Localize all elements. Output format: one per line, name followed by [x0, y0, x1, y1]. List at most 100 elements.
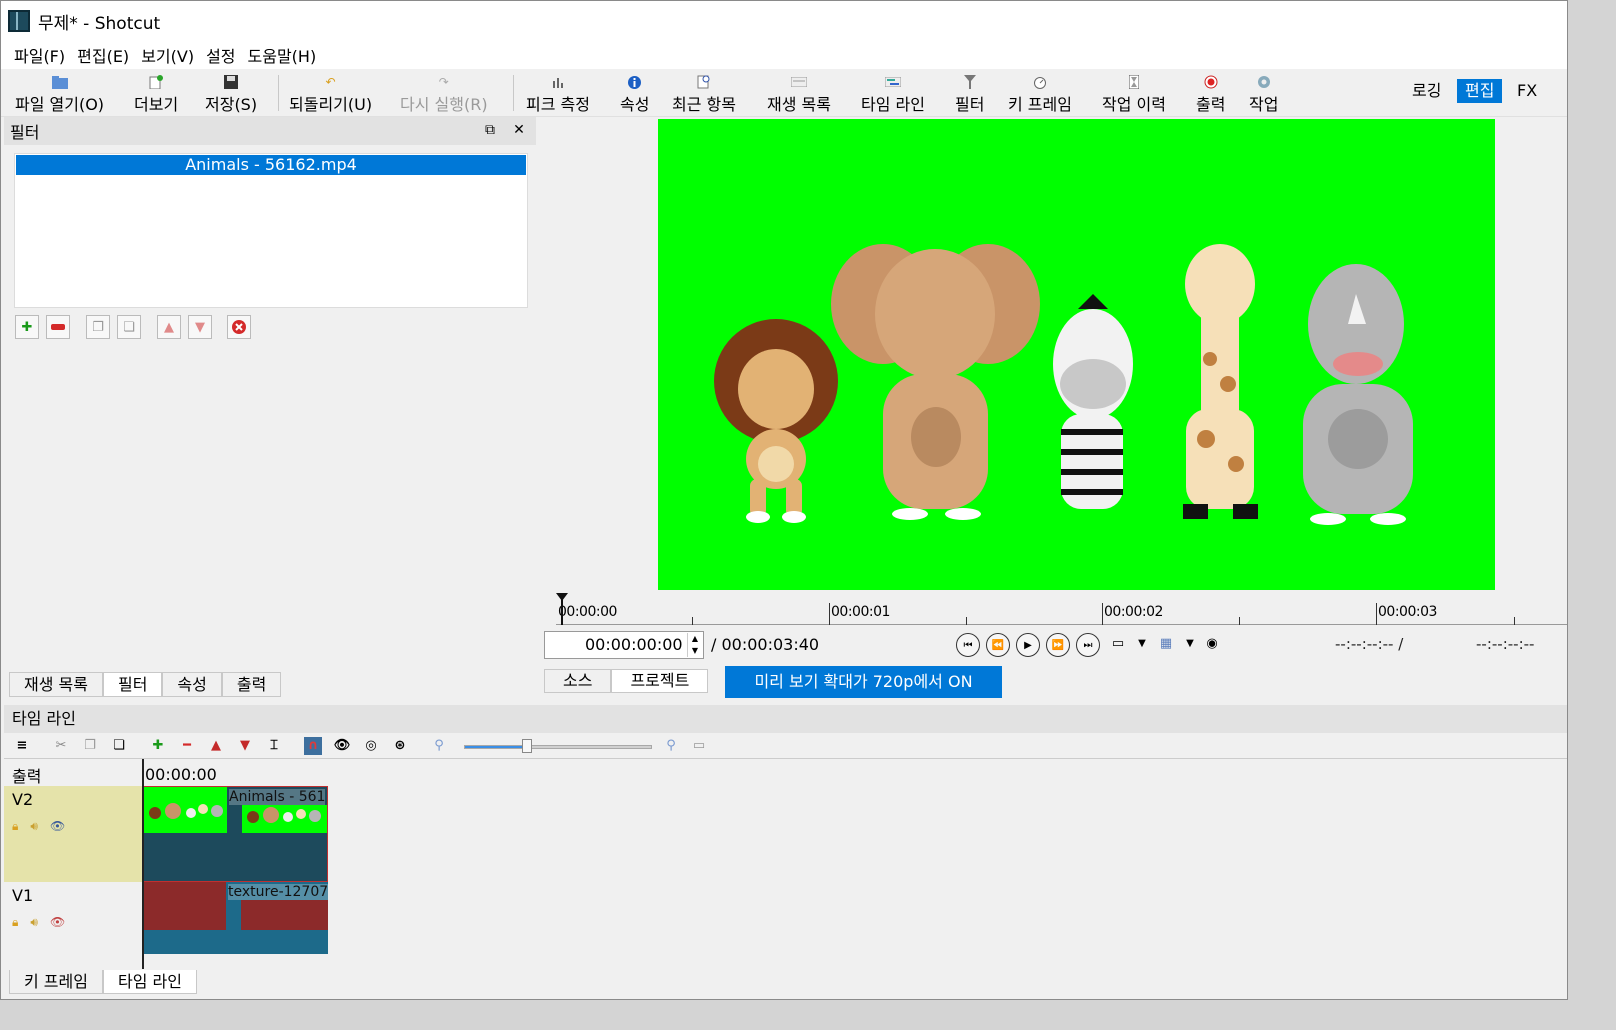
zoom-slider-handle[interactable]	[522, 739, 532, 753]
layout-fx[interactable]: FX	[1509, 79, 1545, 103]
cut-icon[interactable]: ✂	[52, 737, 70, 755]
keyframes-button[interactable]: 키 프레임	[1008, 71, 1072, 115]
rewind-icon[interactable]: ⏪	[986, 633, 1010, 657]
animals-clip[interactable]: Animals - 561	[142, 786, 328, 882]
append-icon[interactable]: ✚	[149, 737, 167, 755]
player-ruler[interactable]: 00:00:00 00:00:01 00:00:02 00:00:03	[544, 591, 1567, 625]
tab-properties[interactable]: 속성	[162, 673, 222, 697]
zoom-in-icon[interactable]: ⚲	[662, 737, 680, 755]
timeline-button[interactable]: 타임 라인	[861, 71, 925, 115]
info-icon	[627, 75, 643, 89]
tab-timeline[interactable]: 타임 라인	[102, 970, 197, 994]
preview-scaling-banner[interactable]: 미리 보기 확대가 720p에서 ON	[725, 666, 1002, 698]
remove-icon[interactable]: ━	[178, 737, 196, 755]
tab-source[interactable]: 소스	[544, 669, 612, 693]
video-preview[interactable]	[658, 119, 1495, 590]
filters-panel-header: 필터 ⧉ ✕	[4, 117, 536, 145]
window-title: 무제* - Shotcut	[38, 13, 161, 34]
timeline-tracks-area[interactable]	[142, 759, 1567, 969]
add-filter-button[interactable]: ✚	[15, 315, 39, 339]
split-icon[interactable]: ⌶	[265, 737, 283, 755]
total-duration: / 00:00:03:40	[711, 635, 820, 654]
layout-editing[interactable]: 편집	[1457, 79, 1503, 103]
copy-filter-button[interactable]: ❐	[86, 315, 110, 339]
ripple-icon[interactable]: ◎	[362, 737, 380, 755]
tab-filters[interactable]: 필터	[102, 673, 163, 697]
skip-to-end-icon[interactable]: ⏭	[1076, 633, 1100, 657]
speaker-icon[interactable]: 🔊︎	[30, 915, 38, 930]
close-icon[interactable]: ✕	[510, 121, 528, 139]
tab-project[interactable]: 프로젝트	[611, 669, 709, 693]
peak-meter-button[interactable]: 피크 측정	[526, 71, 590, 115]
menu-file[interactable]: 파일(F)	[9, 43, 72, 67]
hidden-eye-icon[interactable]: 👁︎	[50, 915, 65, 930]
playlist-button[interactable]: 재생 목록	[767, 71, 831, 115]
tab-export[interactable]: 출력	[221, 673, 282, 697]
jobs-button[interactable]: 작업 이력	[1102, 71, 1166, 115]
undo-button[interactable]: ↶ 되돌리기(U)	[289, 71, 372, 115]
add-file-icon	[148, 75, 164, 89]
filters-button[interactable]: 필터	[955, 71, 984, 115]
in-point: --:--:--:-- /	[1335, 635, 1404, 653]
more-button[interactable]: 더보기	[134, 71, 178, 115]
cancel-icon	[232, 320, 246, 334]
recent-button[interactable]: 최근 항목	[672, 71, 736, 115]
work-button[interactable]: 작업	[1249, 71, 1278, 115]
zoom-out-icon[interactable]: ⚲	[430, 737, 448, 755]
clip-thumbnail	[241, 900, 328, 930]
redo-button[interactable]: ↷ 다시 실행(R)	[400, 71, 488, 115]
float-panel-icon[interactable]: ⧉	[481, 121, 499, 139]
ruler-tick	[1514, 617, 1515, 625]
chevron-down-icon[interactable]: ▼	[1132, 634, 1152, 654]
layout-logging[interactable]: 로깅	[1404, 79, 1449, 103]
ripple-all-icon[interactable]: ⊛	[391, 737, 409, 755]
speaker-icon[interactable]: 🔊︎	[30, 819, 38, 834]
overwrite-icon[interactable]: ▼	[236, 737, 254, 755]
track-v1-header[interactable]: V1 🔒︎ 🔊︎ 👁︎	[4, 882, 142, 954]
menu-help[interactable]: 도움말(H)	[243, 43, 324, 67]
animals-video-frame	[714, 244, 1413, 525]
move-down-button[interactable]: ▼	[188, 315, 212, 339]
properties-button[interactable]: 속성	[620, 71, 649, 115]
fast-forward-icon[interactable]: ⏩	[1046, 633, 1070, 657]
zebra-figure	[1053, 294, 1133, 509]
snap-magnet-icon[interactable]: ∩	[304, 737, 322, 755]
timecode-input[interactable]: 00:00:00:00	[544, 631, 704, 659]
recent-icon	[696, 75, 712, 89]
timecode-spinner[interactable]: ▲ ▼	[687, 633, 702, 657]
play-icon[interactable]: ▶	[1016, 633, 1040, 657]
volume-icon[interactable]: ▭	[1108, 634, 1128, 654]
move-up-button[interactable]: ▲	[157, 315, 181, 339]
menu-edit[interactable]: 편집(E)	[72, 43, 136, 67]
menu-icon[interactable]: ≡	[13, 737, 31, 755]
chevron-down-icon[interactable]: ▼	[1180, 634, 1200, 654]
paste-filter-button[interactable]: ❏	[117, 315, 141, 339]
tab-keyframes[interactable]: 키 프레임	[9, 970, 103, 994]
timeline-playhead[interactable]	[142, 759, 144, 969]
lock-icon[interactable]: 🔒︎	[12, 819, 18, 834]
eye-icon[interactable]: 👁︎	[50, 819, 65, 834]
filter-clip-list[interactable]: Animals - 56162.mp4	[14, 153, 528, 308]
remove-filter-button[interactable]	[46, 315, 70, 339]
zoom-slider-track[interactable]	[464, 745, 652, 749]
deselect-filter-button[interactable]	[227, 315, 251, 339]
scrub-icon[interactable]: 👁	[333, 737, 351, 755]
open-file-button[interactable]: 파일 열기(O)	[15, 71, 104, 115]
skip-to-start-icon[interactable]: ⏮	[956, 633, 980, 657]
save-button[interactable]: 저장(S)	[205, 71, 257, 115]
menu-settings[interactable]: 설정	[201, 43, 242, 67]
lock-icon[interactable]: 🔒︎	[12, 915, 18, 930]
tab-playlist[interactable]: 재생 목록	[9, 673, 103, 697]
track-v2-header[interactable]: V2 🔒︎ 🔊︎ 👁︎	[4, 786, 142, 882]
timeline-icon	[884, 75, 901, 89]
copy-icon[interactable]: ❐	[81, 737, 99, 755]
selected-clip-name[interactable]: Animals - 56162.mp4	[16, 155, 526, 175]
menu-view[interactable]: 보기(V)	[136, 43, 201, 67]
export-button[interactable]: 출력	[1196, 71, 1225, 115]
paste-icon[interactable]: ❏	[110, 737, 128, 755]
grid-icon[interactable]: ▦	[1156, 634, 1176, 654]
texture-clip[interactable]: texture-12707	[142, 882, 328, 954]
lift-icon[interactable]: ▲	[207, 737, 225, 755]
zoom-fit-icon[interactable]: ▭	[690, 737, 708, 755]
zoom-preview-icon[interactable]: ◉	[1202, 634, 1222, 654]
